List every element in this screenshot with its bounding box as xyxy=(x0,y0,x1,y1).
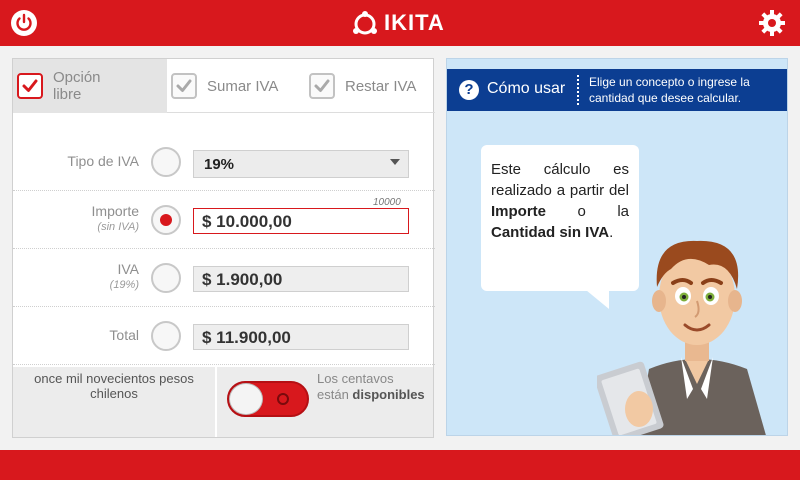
option-sumar-iva[interactable]: Sumar IVA xyxy=(167,59,305,113)
option-label: Sumar IVA xyxy=(207,77,279,95)
option-label: Opción libre xyxy=(53,69,101,103)
app-window: IKITA Opción libre Sumar IVA Restar IVA … xyxy=(0,0,800,480)
help-description: Elige un concepto o ingrese la cantidad … xyxy=(589,75,750,105)
mode-options: Opción libre Sumar IVA Restar IVA xyxy=(13,59,435,113)
importe-hint: 10000 xyxy=(373,197,401,208)
bubble-bold-importe: Importe xyxy=(491,203,547,220)
checkbox-checked-icon[interactable] xyxy=(17,73,43,99)
toggle-knob xyxy=(229,383,263,415)
toggle-ring-icon xyxy=(277,393,289,405)
option-libre[interactable]: Opción libre xyxy=(13,59,167,113)
amount-in-words: once mil novecientos pesos chilenos xyxy=(13,367,215,437)
help-separator xyxy=(577,75,579,105)
assistant-character-illustration xyxy=(597,240,766,435)
centavos-status: Los centavos están disponibles xyxy=(317,371,425,403)
iva-label: IVA (19%) xyxy=(110,261,139,293)
bubble-text: Este cálculo es realizado a partir del xyxy=(491,161,629,199)
total-label: Total xyxy=(109,327,139,343)
total-value-field[interactable]: $ 11.900,00 xyxy=(193,324,409,350)
calculator-panel: Opción libre Sumar IVA Restar IVA Tipo d… xyxy=(12,58,435,438)
iva-label-text: IVA xyxy=(117,261,139,277)
help-question-icon: ? xyxy=(459,80,479,100)
top-bar: IKITA xyxy=(0,0,800,46)
centavos-status-word: disponibles xyxy=(352,387,425,402)
bubble-bold-cantidad: Cantidad sin IVA xyxy=(491,224,610,241)
centavos-panel: Los centavos están disponibles xyxy=(217,367,433,437)
tipo-iva-select[interactable]: 19% xyxy=(193,150,409,178)
help-panel: ? Cómo usar Elige un concepto o ingrese … xyxy=(446,58,788,436)
centavos-toggle[interactable] xyxy=(227,381,309,417)
option-restar-iva[interactable]: Restar IVA xyxy=(305,59,435,113)
importe-label-text: Importe xyxy=(91,203,139,219)
radio-iva[interactable] xyxy=(151,263,181,293)
importe-input[interactable]: $ 10.000,00 xyxy=(193,208,409,234)
brand-name: IKITA xyxy=(384,10,445,35)
radio-tipo-iva[interactable] xyxy=(151,147,181,177)
importe-label: Importe (sin IVA) xyxy=(92,203,139,235)
help-header: ? Cómo usar Elige un concepto o ingrese … xyxy=(447,69,787,111)
gear-icon[interactable] xyxy=(758,9,786,37)
importe-sublabel: (sin IVA) xyxy=(97,221,139,233)
tipo-iva-label: Tipo de IVA xyxy=(67,153,139,169)
iva-sublabel: (19%) xyxy=(109,279,139,291)
chevron-down-icon xyxy=(390,159,400,165)
help-title: Cómo usar xyxy=(487,80,566,97)
iva-value-field[interactable]: $ 1.900,00 xyxy=(193,266,409,292)
option-label: Restar IVA xyxy=(345,77,417,95)
tipo-iva-value: 19% xyxy=(204,156,235,173)
power-icon[interactable] xyxy=(10,9,38,37)
checkbox-icon[interactable] xyxy=(171,73,197,99)
ikita-logo-icon xyxy=(353,11,377,35)
radio-importe[interactable] xyxy=(151,205,181,235)
radio-total[interactable] xyxy=(151,321,181,351)
bottom-bar xyxy=(0,450,800,480)
checkbox-icon[interactable] xyxy=(309,73,335,99)
brand-logo: IKITA xyxy=(352,8,445,38)
